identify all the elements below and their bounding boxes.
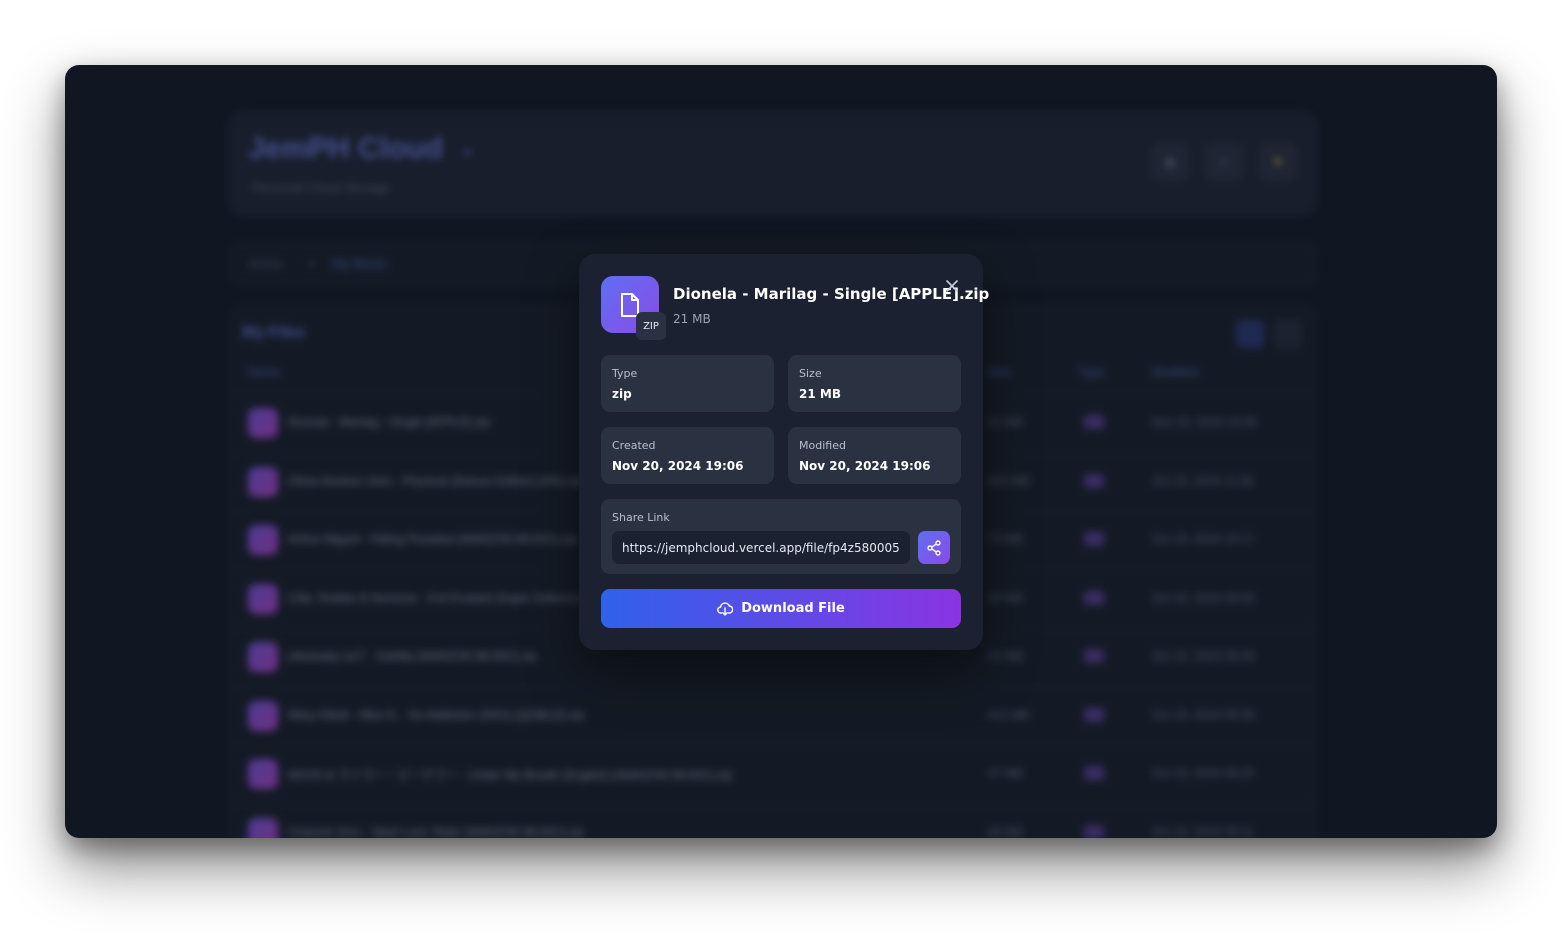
file-size: 47 MB — [988, 766, 1023, 780]
file-type-badge — [1084, 649, 1104, 663]
search-icon[interactable]: ⌕ — [1204, 142, 1244, 182]
size-label: Size — [799, 367, 822, 380]
close-icon — [946, 280, 958, 292]
zip-file-icon — [248, 466, 278, 497]
file-name: Cilla, Robbie & Nemesis - Evil Evaded (S… — [288, 590, 594, 605]
column-name[interactable]: Name — [248, 365, 280, 379]
app-header: JemPH Cloud ▾ Personal Cloud Storage ▲ ⌕… — [228, 110, 1318, 216]
file-modified: Nov 20, 2024 19:06 — [1152, 415, 1257, 429]
file-type-badge — [1084, 473, 1104, 488]
size-card: Size 21 MB — [788, 355, 961, 412]
file-type-badge — [1084, 532, 1104, 546]
file-modified: Oct 15, 2024 09:11 — [1152, 824, 1254, 839]
file-name: Mitsy Elliott - Miss E... So Addictive (… — [288, 707, 585, 722]
zip-file-icon — [248, 700, 278, 731]
chevron-down-icon[interactable]: ▾ — [464, 144, 471, 161]
table-row[interactable]: Mitsy Elliott - Miss E... So Addictive (… — [228, 686, 1318, 745]
file-type-badge — [1084, 590, 1104, 605]
file-type-badge — [1084, 766, 1104, 780]
column-type[interactable]: Type — [1078, 365, 1104, 379]
file-type-badge — [1084, 415, 1104, 429]
zip-file-icon — [248, 642, 278, 672]
created-value: Nov 20, 2024 19:06 — [612, 459, 744, 473]
type-label: Type — [612, 367, 638, 380]
brand-tagline: Personal Cloud Storage — [252, 180, 391, 195]
type-value: zip — [612, 387, 632, 401]
column-modified[interactable]: Modified — [1152, 365, 1197, 379]
file-modified: Oct 15, 2024 11:06 — [1152, 473, 1254, 488]
files-title: My Files — [242, 324, 306, 341]
zip-file-icon — [248, 817, 278, 838]
file-extension-badge: ZIP — [636, 312, 666, 340]
modified-label: Modified — [799, 439, 846, 452]
breadcrumb-home[interactable]: Home — [248, 256, 283, 271]
file-size: 21 MB — [988, 415, 1023, 429]
file-modified: Oct 15, 2024 09:25 — [1152, 766, 1255, 780]
share-icon — [927, 539, 941, 556]
file-modified: Oct 15, 2024 09:59 — [1152, 590, 1255, 605]
grid-view-icon[interactable] — [1236, 320, 1264, 348]
file-modified: Oct 15, 2024 09:49 — [1152, 649, 1255, 663]
file-size: 70 MB — [988, 532, 1023, 546]
size-value: 21 MB — [799, 387, 841, 401]
file-name: Olivia Newton-John - Physical (Deluxe Ed… — [288, 473, 583, 488]
share-link-card: Share Link — [601, 499, 961, 574]
modified-card: Modified Nov 20, 2024 19:06 — [788, 427, 961, 484]
file-type-badge — [1084, 824, 1104, 838]
download-file-button[interactable]: Download File — [601, 589, 961, 628]
file-size: 23 MB — [988, 649, 1023, 663]
share-link-input[interactable] — [612, 531, 910, 564]
app-window: JemPH Cloud ▾ Personal Cloud Storage ▲ ⌕… — [65, 65, 1497, 838]
table-row[interactable]: Channel Zero - Steel Lord, Rider [AMAZON… — [228, 803, 1318, 839]
type-card: Type zip — [601, 355, 774, 412]
list-view-icon[interactable] — [1274, 320, 1302, 348]
column-size[interactable]: Size — [988, 365, 1011, 379]
brand-title[interactable]: JemPH Cloud — [248, 132, 443, 166]
file-name: Dionela - Marilag - Single [APPLE].zip — [288, 415, 491, 429]
breadcrumb-current[interactable]: My Music — [332, 256, 387, 271]
cloud-download-icon — [717, 601, 734, 616]
chart-icon[interactable]: ▲ — [1150, 142, 1190, 182]
file-size: 30 MB — [988, 590, 1023, 605]
file-size: 920 MB — [988, 473, 1030, 488]
file-details-modal: ZIP Dionela - Marilag - Single [APPLE].z… — [579, 254, 989, 650]
zip-file-icon — [248, 525, 278, 555]
zip-file-icon — [248, 759, 278, 789]
modal-file-size: 21 MB — [673, 312, 711, 326]
download-file-label: Download File — [741, 601, 845, 616]
created-card: Created Nov 20, 2024 19:06 — [601, 427, 774, 484]
created-label: Created — [612, 439, 656, 452]
file-name: NOVO & ライラー・ビーデフー - Under My Breath (Eng… — [288, 768, 733, 782]
share-link-label: Share Link — [612, 511, 670, 524]
breadcrumb-separator: > — [308, 256, 316, 271]
file-modified: Oct 15, 2024 10:17 — [1152, 532, 1255, 546]
close-button[interactable] — [942, 276, 962, 296]
file-type-badge — [1084, 707, 1104, 722]
theme-icon[interactable]: ● — [1258, 142, 1298, 182]
file-name: Arthur Miguel - Hiding Paradise [AMAZON … — [288, 532, 577, 546]
zip-file-icon — [248, 408, 278, 438]
zip-file-icon — [248, 583, 278, 614]
modified-value: Nov 20, 2024 19:06 — [799, 459, 931, 473]
file-modified: Oct 15, 2024 09:38 — [1152, 707, 1255, 722]
file-name: ethelsaby iceT - Solidity [AMAZON MUSIC]… — [288, 649, 537, 663]
file-size: 412 MB — [988, 707, 1030, 722]
share-button[interactable] — [918, 531, 950, 564]
file-size: 48 MB — [988, 824, 1023, 839]
file-name: Channel Zero - Steel Lord, Rider [AMAZON… — [288, 824, 584, 839]
table-row[interactable]: NOVO & ライラー・ビーデフー - Under My Breath (Eng… — [228, 745, 1318, 803]
